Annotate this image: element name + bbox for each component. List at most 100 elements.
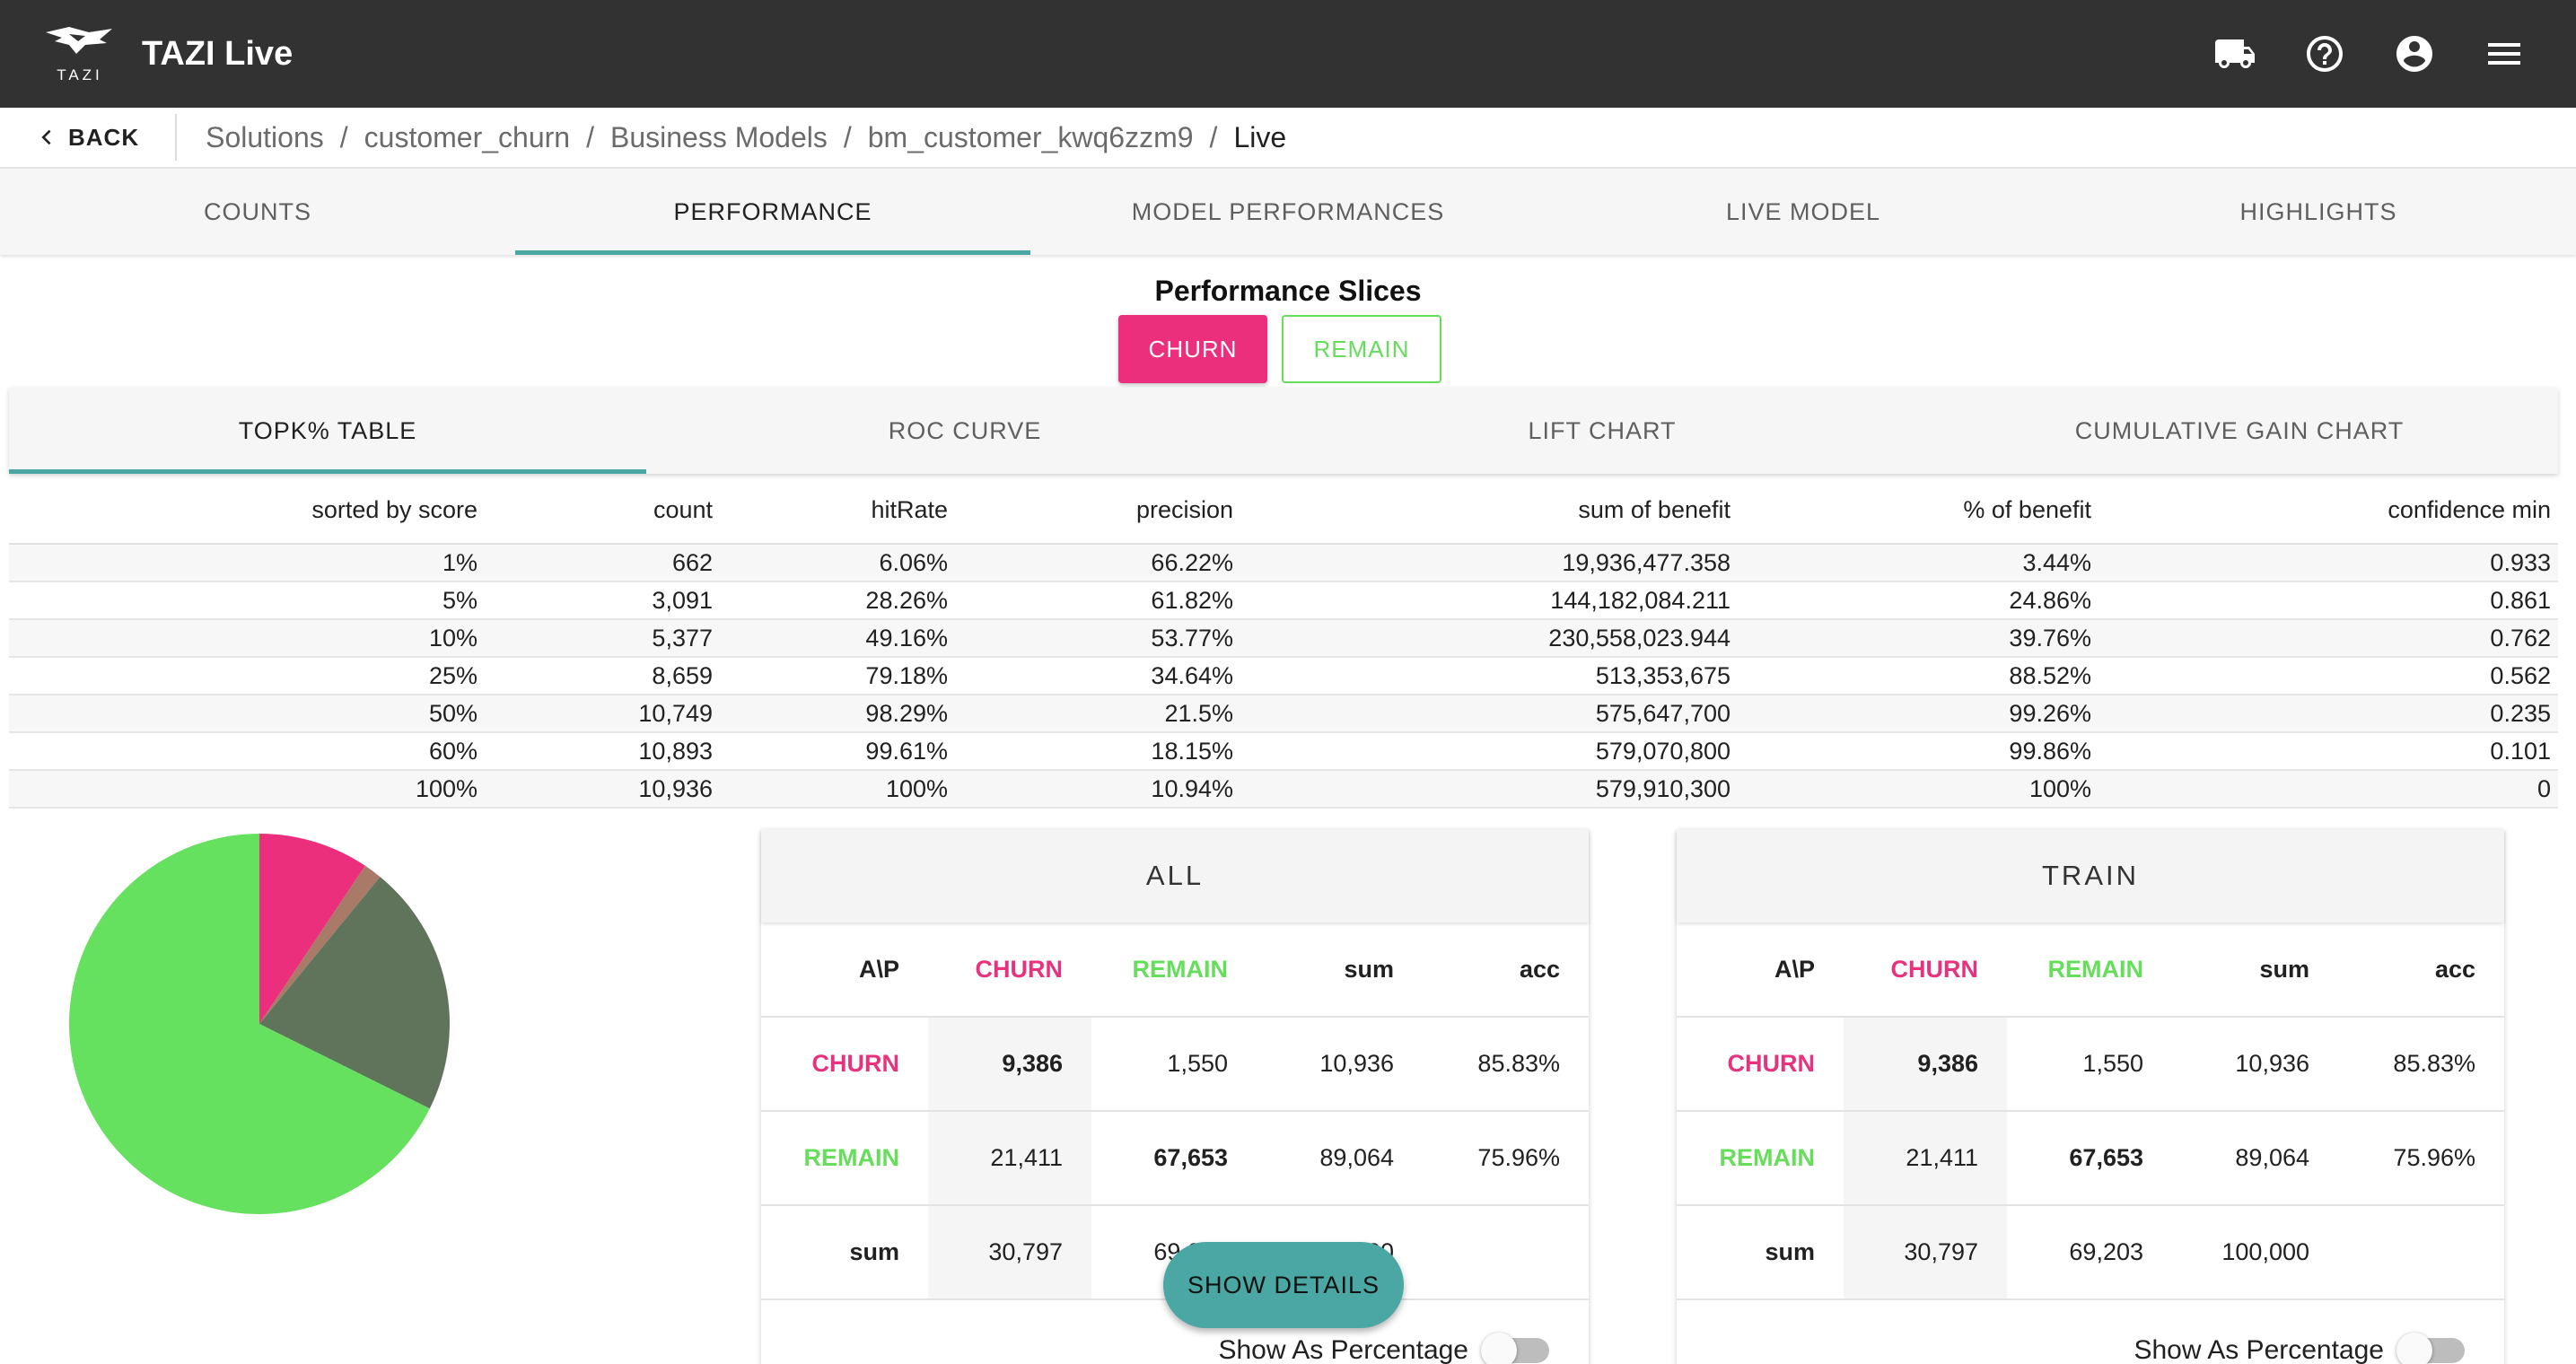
table-cell: 34.64% — [955, 657, 1240, 695]
tazi-logo[interactable]: TAZI — [39, 13, 120, 94]
tab-performance[interactable]: PERFORMANCE — [515, 169, 1030, 255]
col-precision[interactable]: precision — [955, 477, 1240, 545]
cm-actual-remain-label: REMAIN — [1677, 1111, 1844, 1206]
cm-sum-header: sum — [2172, 922, 2338, 1018]
cm-acc-header: acc — [2338, 922, 2504, 1018]
table-cell: 10,893 — [485, 732, 720, 771]
table-cell: 5% — [9, 581, 485, 620]
table-cell: 0.235 — [2098, 695, 2558, 733]
tab-model-performances[interactable]: MODEL PERFORMANCES — [1030, 169, 1546, 255]
slice-toggle-group: CHURN REMAIN — [1113, 312, 1447, 386]
table-cell: 19,936,477.358 — [1240, 544, 1738, 582]
cm-cell: 75.96% — [2338, 1111, 2504, 1206]
col-confidence-min[interactable]: confidence min — [2098, 477, 2558, 545]
show-as-percentage-toggle[interactable] — [1481, 1333, 1549, 1364]
show-as-percentage-toggle[interactable] — [2396, 1333, 2465, 1364]
table-cell: 100% — [1738, 770, 2098, 809]
show-as-percentage-label: Show As Percentage — [1218, 1335, 1468, 1364]
slice-churn-button[interactable]: CHURN — [1118, 315, 1267, 383]
cm-cell: 67,653 — [1091, 1111, 1257, 1206]
table-cell: 1% — [9, 544, 485, 582]
account-icon[interactable] — [2393, 32, 2436, 75]
cm-row-remain: REMAIN 21,411 67,653 89,064 75.96% — [761, 1111, 1589, 1206]
cm-cell: 1,550 — [1091, 1017, 1257, 1112]
table-cell: 575,647,700 — [1240, 695, 1738, 733]
col-percent-of-benefit[interactable]: % of benefit — [1738, 477, 2098, 545]
cm-cell: 9,386 — [928, 1017, 1091, 1112]
col-sorted-by-score[interactable]: sorted by score — [9, 477, 485, 545]
table-cell: 28.26% — [720, 581, 955, 620]
cm-cell: 30,797 — [1844, 1205, 2007, 1300]
table-row: 10% 5,377 49.16% 53.77% 230,558,023.944 39.76… — [9, 619, 2558, 658]
menu-icon[interactable] — [2483, 32, 2526, 75]
table-cell: 98.29% — [720, 695, 955, 733]
performance-sub-tabs: TOPK% TABLE ROC CURVE LIFT CHART CUMULAT… — [9, 388, 2558, 474]
chevron-left-icon — [41, 129, 51, 145]
back-button[interactable]: BACK — [0, 114, 178, 161]
table-cell: 24.86% — [1738, 581, 2098, 620]
table-cell: 144,182,084.211 — [1240, 581, 1738, 620]
cm-cell: 30,797 — [928, 1205, 1091, 1300]
table-cell: 513,353,675 — [1240, 657, 1738, 695]
table-cell: 61.82% — [955, 581, 1240, 620]
table-cell: 18.15% — [955, 732, 1240, 771]
breadcrumb-separator: / — [339, 120, 348, 153]
breadcrumb-separator: / — [586, 120, 594, 153]
cm-row-churn: CHURN 9,386 1,550 10,936 85.83% — [1677, 1017, 2504, 1112]
confusion-matrix: A\P CHURN REMAIN sum acc CHURN 9,386 1,5… — [1677, 922, 2504, 1300]
show-details-button[interactable]: SHOW DETAILS — [1163, 1242, 1404, 1328]
table-cell: 21.5% — [955, 695, 1240, 733]
breadcrumb-business-model[interactable]: bm_customer_kwq6zzm9 — [868, 121, 1194, 154]
cm-header-row: A\P CHURN REMAIN sum acc — [1677, 922, 2504, 1018]
show-as-percentage-row: Show As Percentage — [1677, 1328, 2504, 1364]
tab-highlights[interactable]: HIGHLIGHTS — [2061, 169, 2576, 255]
table-cell: 8,659 — [485, 657, 720, 695]
table-cell: 10,749 — [485, 695, 720, 733]
table-row: 1% 662 6.06% 66.22% 19,936,477.358 3.44% 0.933 — [9, 544, 2558, 582]
slice-remain-button[interactable]: REMAIN — [1282, 315, 1441, 383]
tab-cumulative-gain-chart[interactable]: CUMULATIVE GAIN CHART — [1921, 388, 2558, 474]
tab-roc-curve[interactable]: ROC CURVE — [646, 388, 1284, 474]
tab-counts[interactable]: COUNTS — [0, 169, 515, 255]
truck-icon[interactable] — [2213, 32, 2256, 75]
table-cell: 25% — [9, 657, 485, 695]
cm-cell — [1423, 1205, 1589, 1300]
table-cell: 579,070,800 — [1240, 732, 1738, 771]
cm-corner-header: A\P — [761, 922, 928, 1018]
confusion-pie-chart — [69, 834, 450, 1214]
table-cell: 10,936 — [485, 770, 720, 809]
table-cell: 230,558,023.944 — [1240, 619, 1738, 658]
performance-slices-title: Performance Slices — [1154, 275, 1422, 307]
tab-lift-chart[interactable]: LIFT CHART — [1284, 388, 1921, 474]
cm-pred-remain-header: REMAIN — [1091, 922, 1257, 1018]
col-hitrate[interactable]: hitRate — [720, 477, 955, 545]
table-cell: 49.16% — [720, 619, 955, 658]
table-row: 25% 8,659 79.18% 34.64% 513,353,675 88.52% 0.5… — [9, 657, 2558, 695]
table-cell: 88.52% — [1738, 657, 2098, 695]
tazi-bird-icon — [46, 27, 112, 54]
main-tabs: COUNTS PERFORMANCE MODEL PERFORMANCES LI… — [0, 169, 2576, 255]
col-sum-of-benefit[interactable]: sum of benefit — [1240, 477, 1738, 545]
breadcrumb-solutions[interactable]: Solutions — [206, 121, 324, 154]
tab-live-model[interactable]: LIVE MODEL — [1546, 169, 2061, 255]
app-title: TAZI Live — [142, 34, 294, 73]
breadcrumb-business-models[interactable]: Business Models — [610, 121, 828, 154]
table-cell: 3.44% — [1738, 544, 2098, 582]
table-cell: 10% — [9, 619, 485, 658]
card-title: ALL — [761, 829, 1589, 922]
cm-row-remain: REMAIN 21,411 67,653 89,064 75.96% — [1677, 1111, 2504, 1206]
table-cell: 10.94% — [955, 770, 1240, 809]
tab-topk-table[interactable]: TOPK% TABLE — [9, 388, 646, 474]
cm-cell: 67,653 — [2007, 1111, 2172, 1206]
confusion-card-train: TRAIN A\P CHURN REMAIN sum acc CHURN 9,3… — [1677, 829, 2504, 1364]
cm-sum-header: sum — [1257, 922, 1423, 1018]
table-row: 100% 10,936 100% 10.94% 579,910,300 100% 0 — [9, 770, 2558, 809]
table-cell: 5,377 — [485, 619, 720, 658]
help-icon[interactable] — [2303, 32, 2346, 75]
cm-row-churn: CHURN 9,386 1,550 10,936 85.83% — [761, 1017, 1589, 1112]
col-count[interactable]: count — [485, 477, 720, 545]
cm-actual-remain-label: REMAIN — [761, 1111, 928, 1206]
breadcrumb-solution[interactable]: customer_churn — [364, 121, 570, 154]
cm-header-row: A\P CHURN REMAIN sum acc — [761, 922, 1589, 1018]
topk-table: sorted by score count hitRate precision … — [9, 477, 2558, 809]
